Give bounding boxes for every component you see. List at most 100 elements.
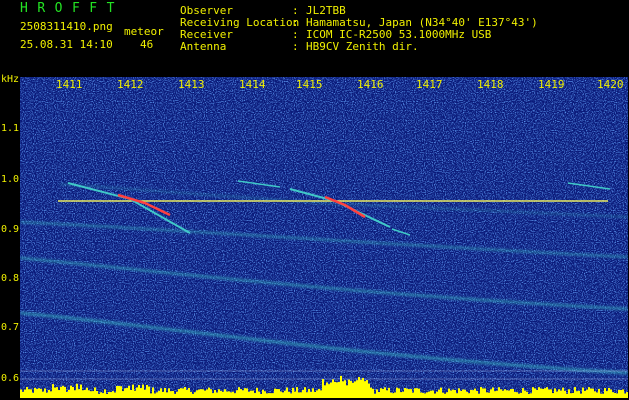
level-bar bbox=[154, 393, 156, 398]
level-bar bbox=[80, 384, 82, 398]
level-bar bbox=[252, 390, 254, 398]
level-bar bbox=[118, 385, 120, 398]
level-bar bbox=[380, 388, 382, 398]
level-bar bbox=[304, 387, 306, 398]
level-bar bbox=[178, 389, 180, 398]
level-bar bbox=[516, 392, 518, 398]
level-bar bbox=[514, 391, 516, 398]
level-bar bbox=[242, 390, 244, 398]
level-bar bbox=[344, 380, 346, 398]
level-bar bbox=[86, 387, 88, 398]
level-bar bbox=[84, 389, 86, 398]
level-bar bbox=[196, 390, 198, 398]
spectrogram bbox=[20, 77, 628, 398]
level-bar bbox=[620, 390, 622, 398]
level-bar bbox=[332, 379, 334, 398]
level-bar bbox=[190, 391, 192, 398]
level-bar bbox=[300, 392, 302, 398]
level-bar bbox=[160, 388, 162, 398]
level-bar bbox=[94, 387, 96, 398]
level-bar bbox=[28, 389, 30, 398]
level-bar bbox=[126, 387, 128, 398]
level-bar bbox=[214, 390, 216, 398]
level-bar bbox=[206, 389, 208, 398]
level-bar bbox=[22, 391, 24, 398]
level-bar bbox=[298, 392, 300, 398]
y-tick: 0.8 bbox=[1, 273, 20, 284]
level-bar bbox=[320, 390, 322, 398]
level-bar bbox=[486, 392, 488, 398]
level-bar bbox=[608, 387, 610, 398]
level-bar bbox=[52, 384, 54, 398]
level-bar bbox=[336, 382, 338, 398]
level-bar bbox=[224, 389, 226, 398]
level-bar bbox=[338, 381, 340, 398]
level-bar bbox=[292, 387, 294, 398]
level-bar bbox=[536, 389, 538, 398]
level-bar bbox=[238, 387, 240, 398]
level-bar bbox=[452, 389, 454, 398]
level-bar bbox=[182, 388, 184, 398]
level-bar bbox=[290, 393, 292, 398]
level-bar bbox=[360, 379, 362, 398]
level-bar bbox=[218, 389, 220, 398]
level-bar bbox=[466, 391, 468, 398]
level-bar bbox=[88, 390, 90, 398]
level-bar bbox=[136, 387, 138, 398]
level-bar bbox=[202, 389, 204, 398]
level-bar bbox=[24, 389, 26, 398]
level-bar bbox=[458, 388, 460, 398]
level-bar bbox=[530, 393, 532, 398]
level-bar bbox=[70, 385, 72, 398]
level-bar bbox=[618, 389, 620, 398]
level-bar bbox=[610, 389, 612, 398]
level-bar bbox=[60, 386, 62, 398]
level-bar bbox=[34, 387, 36, 398]
level-bar bbox=[388, 387, 390, 398]
level-bar bbox=[340, 375, 342, 398]
level-bar bbox=[134, 390, 136, 398]
level-bar bbox=[398, 388, 400, 398]
level-bar bbox=[570, 393, 572, 398]
level-bar bbox=[220, 390, 222, 398]
level-bar bbox=[44, 388, 46, 398]
level-bar bbox=[506, 390, 508, 398]
level-bar bbox=[412, 392, 414, 398]
level-bar bbox=[492, 387, 494, 398]
level-bar bbox=[416, 388, 418, 398]
level-bar bbox=[522, 388, 524, 398]
level-bar bbox=[316, 390, 318, 398]
level-bar bbox=[312, 388, 314, 398]
level-bar bbox=[30, 389, 32, 398]
level-bar bbox=[186, 389, 188, 398]
level-bar bbox=[432, 390, 434, 398]
level-bar bbox=[558, 389, 560, 398]
level-bar bbox=[172, 390, 174, 398]
level-bar bbox=[468, 393, 470, 398]
level-bar bbox=[228, 391, 230, 398]
level-bar bbox=[62, 385, 64, 398]
x-tick: 1419 bbox=[538, 78, 565, 91]
level-bar bbox=[520, 392, 522, 398]
level-bar bbox=[400, 392, 402, 398]
level-bar bbox=[614, 392, 616, 398]
level-bar bbox=[480, 387, 482, 398]
level-bar bbox=[326, 382, 328, 398]
level-bar bbox=[548, 389, 550, 398]
level-bar bbox=[256, 387, 258, 398]
level-bar bbox=[546, 387, 548, 398]
level-bar bbox=[350, 380, 352, 398]
level-bar bbox=[140, 388, 142, 398]
level-bar bbox=[174, 393, 176, 398]
level-bar bbox=[540, 388, 542, 398]
x-tick: 1416 bbox=[357, 78, 384, 91]
level-bar bbox=[122, 391, 124, 398]
level-bar bbox=[236, 390, 238, 398]
level-bar bbox=[534, 388, 536, 398]
level-bar bbox=[590, 388, 592, 398]
level-bar bbox=[404, 387, 406, 398]
level-bar bbox=[478, 393, 480, 398]
level-bar bbox=[120, 386, 122, 398]
level-bar bbox=[162, 391, 164, 398]
level-bar bbox=[106, 393, 108, 398]
